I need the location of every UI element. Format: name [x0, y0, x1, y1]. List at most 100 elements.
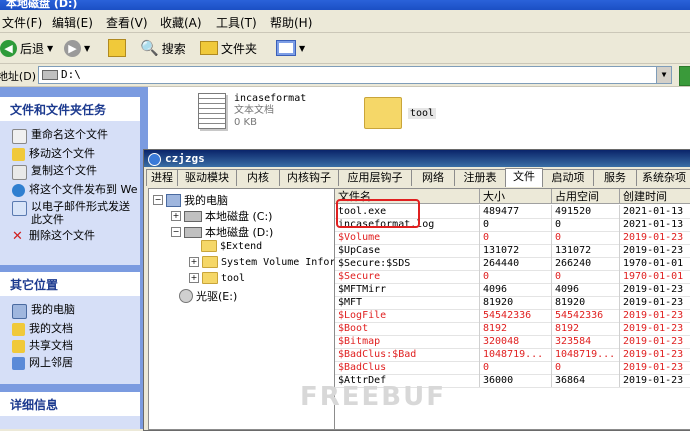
- table-row[interactable]: $MFT 81920 81920 2019-01-23: [335, 296, 690, 310]
- table-row[interactable]: $BadClus 0 0 2019-01-23: [335, 361, 690, 375]
- tab-misc[interactable]: 系统杂项: [636, 169, 690, 186]
- table-row[interactable]: $BadClus:$Bad 1048719... 1048719... 2019-01…: [335, 348, 690, 362]
- cell-used: 0: [552, 270, 620, 283]
- up-folder-icon: [108, 39, 126, 57]
- menu-bar: 文件(F) 编辑(E) 查看(V) 收藏(A) 工具(T) 帮助(H): [0, 10, 690, 33]
- menu-favorites[interactable]: 收藏(A): [160, 14, 202, 31]
- documents-folder-icon: [12, 323, 25, 336]
- tab-network[interactable]: 网络: [411, 169, 455, 186]
- tree-node-drive-d[interactable]: − 本地磁盘 (D:): [171, 224, 273, 240]
- task-delete[interactable]: ✕ 删除这个文件: [12, 229, 140, 243]
- expand-icon[interactable]: +: [189, 273, 199, 283]
- tab-kernel-hooks[interactable]: 内核钩子: [279, 169, 339, 186]
- task-copy[interactable]: 复制这个文件: [12, 164, 140, 180]
- other-places-panel: 其它位置 我的电脑 我的文档 共享文档 网上邻居: [0, 272, 140, 384]
- file-tasks-heading[interactable]: 文件和文件夹任务: [0, 97, 140, 121]
- cell-name: $Secure: [335, 270, 480, 283]
- cell-name: $MFT: [335, 296, 480, 309]
- menu-edit[interactable]: 编辑(E): [52, 14, 93, 31]
- folder-name: tool: [408, 107, 437, 119]
- tab-files[interactable]: 文件: [505, 168, 543, 187]
- details-panel: 详细信息: [0, 392, 140, 429]
- address-dropdown-icon[interactable]: ▼: [656, 67, 671, 83]
- cell-used: 0: [552, 231, 620, 244]
- tree-node-drive-c[interactable]: + 本地磁盘 (C:): [171, 208, 272, 224]
- column-header-used[interactable]: 占用空间: [552, 189, 620, 204]
- views-button[interactable]: ▼: [276, 38, 305, 58]
- place-shared-documents[interactable]: 共享文档: [12, 339, 140, 353]
- address-input[interactable]: D:\ ▼: [38, 66, 672, 84]
- back-arrow-icon: ◀: [0, 39, 17, 57]
- collapse-icon[interactable]: −: [171, 227, 181, 237]
- tree-node-system-volume[interactable]: + System Volume Inform: [189, 256, 334, 268]
- place-network[interactable]: 网上邻居: [12, 356, 140, 370]
- tree-node-my-computer[interactable]: − 我的电脑: [153, 192, 228, 208]
- tab-startup[interactable]: 启动项: [542, 169, 594, 186]
- cell-created: 2019-01-23: [620, 374, 690, 387]
- details-heading[interactable]: 详细信息: [0, 392, 140, 416]
- column-header-created[interactable]: 创建时间: [620, 189, 690, 204]
- search-button[interactable]: 🔍 搜索: [140, 38, 186, 58]
- tree-node-tool[interactable]: + tool: [189, 272, 245, 284]
- cell-name: $BadClus: [335, 361, 480, 374]
- forward-button[interactable]: ▶ ▼: [64, 38, 90, 58]
- cell-created: 2019-01-23: [620, 231, 690, 244]
- tab-process[interactable]: 进程: [146, 169, 178, 186]
- tab-app-hooks[interactable]: 应用层钩子: [338, 169, 412, 186]
- go-button[interactable]: [679, 66, 690, 86]
- expand-icon[interactable]: +: [171, 211, 181, 221]
- table-row[interactable]: $MFTMirr 4096 4096 2019-01-23: [335, 283, 690, 297]
- tab-services[interactable]: 服务: [593, 169, 637, 186]
- tree-node-cdrom[interactable]: 光驱(E:): [179, 288, 237, 304]
- up-folder-button[interactable]: [108, 38, 126, 58]
- table-row[interactable]: $LogFile 54542336 54542336 2019-01-23: [335, 309, 690, 323]
- cell-size: 0: [480, 361, 552, 374]
- folders-button[interactable]: 文件夹: [200, 38, 257, 58]
- task-rename[interactable]: 重命名这个文件: [12, 128, 140, 144]
- cell-created: 2021-01-13: [620, 205, 690, 218]
- table-row[interactable]: $UpCase 131072 131072 2019-01-23: [335, 244, 690, 258]
- other-places-heading[interactable]: 其它位置: [0, 272, 140, 296]
- table-row[interactable]: $Secure:$SDS 264440 266240 1970-01-01: [335, 257, 690, 271]
- expand-icon[interactable]: +: [189, 257, 199, 267]
- cell-used: 266240: [552, 257, 620, 270]
- menu-help[interactable]: 帮助(H): [270, 14, 312, 31]
- place-my-documents[interactable]: 我的文档: [12, 322, 140, 336]
- tab-registry[interactable]: 注册表: [454, 169, 506, 186]
- back-button[interactable]: ◀ 后退 ▼: [0, 38, 53, 58]
- address-value: D:\: [61, 68, 81, 81]
- task-publish[interactable]: 将这个文件发布到 We: [12, 183, 140, 197]
- column-header-size[interactable]: 大小: [480, 189, 552, 204]
- file-type: 文本文档: [234, 105, 274, 116]
- folder-item-tool[interactable]: tool: [364, 97, 437, 129]
- task-email[interactable]: 以电子邮件形式发送此文件: [12, 200, 140, 226]
- table-row[interactable]: $Secure 0 0 1970-01-01: [335, 270, 690, 284]
- cell-used: 36864: [552, 374, 620, 387]
- folders-label: 文件夹: [221, 41, 258, 56]
- tab-driver-modules[interactable]: 驱动模块: [177, 169, 237, 186]
- menu-file[interactable]: 文件(F): [2, 14, 42, 31]
- tab-kernel[interactable]: 内核: [236, 169, 280, 186]
- file-item-incaseformat[interactable]: incaseformat 文本文档 0 KB: [198, 93, 306, 129]
- table-row[interactable]: $Bitmap 320048 323584 2019-01-23: [335, 335, 690, 349]
- cell-name: $Bitmap: [335, 335, 480, 348]
- menu-tools[interactable]: 工具(T): [216, 14, 257, 31]
- place-my-computer[interactable]: 我的电脑: [12, 303, 140, 319]
- cell-size: 264440: [480, 257, 552, 270]
- table-row[interactable]: $Volume 0 0 2019-01-23: [335, 231, 690, 245]
- task-move[interactable]: 移动这个文件: [12, 147, 140, 161]
- tree-node-extend[interactable]: $Extend: [201, 240, 262, 252]
- cell-name: $Secure:$SDS: [335, 257, 480, 270]
- table-row[interactable]: $Boot 8192 8192 2019-01-23: [335, 322, 690, 336]
- forward-arrow-icon: ▶: [64, 39, 81, 57]
- network-icon: [12, 357, 25, 370]
- cell-size: 81920: [480, 296, 552, 309]
- menu-view[interactable]: 查看(V): [106, 14, 148, 31]
- cell-used: 0: [552, 361, 620, 374]
- dropdown-arrow-icon: ▼: [47, 43, 54, 53]
- cell-created: 2019-01-23: [620, 361, 690, 374]
- cell-name: $BadClus:$Bad: [335, 348, 480, 361]
- collapse-icon[interactable]: −: [153, 195, 163, 205]
- cell-name: $Boot: [335, 322, 480, 335]
- views-icon: [276, 40, 296, 56]
